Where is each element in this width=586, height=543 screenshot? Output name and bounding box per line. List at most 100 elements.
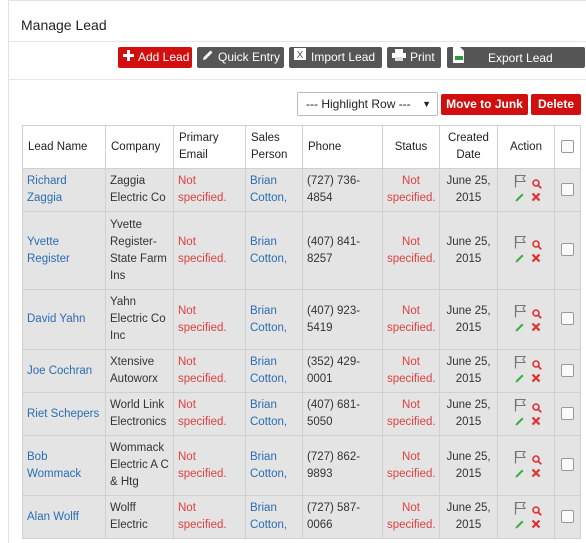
row-checkbox[interactable] [561, 509, 574, 523]
lead-name-link[interactable]: Richard Zaggia [27, 175, 67, 204]
email-cell: Not specified. [173, 495, 246, 539]
row-checkbox[interactable] [561, 182, 574, 196]
phone-cell: (727) 736-4854 [302, 168, 383, 212]
import-lead-button[interactable]: X Import Lead [289, 47, 382, 68]
row-checkbox[interactable] [561, 458, 574, 472]
table-row: Riet Schepers World Link Electronics Not… [22, 392, 581, 436]
leads-table: Lead Name Company Primary Email Sales Pe… [22, 125, 581, 539]
col-header-created-date[interactable]: Created Date [439, 125, 498, 169]
phone-cell: (407) 923-5419 [302, 289, 383, 350]
caret-down-icon: ▼ [422, 99, 431, 109]
row-checkbox[interactable] [561, 406, 574, 420]
quick-entry-button[interactable]: Quick Entry [197, 47, 284, 68]
sales-person-link[interactable]: Brian Cotton, [250, 236, 287, 265]
created-date-cell: June 25, 2015 [439, 495, 498, 539]
company-cell: Zaggia Electric Co [105, 168, 174, 212]
table-row: Bob Wommack Wommack Electric A C & Htg N… [22, 435, 581, 496]
highlight-row-value: --- Highlight Row --- [306, 97, 411, 111]
lead-name-link[interactable]: Riet Schepers [27, 408, 99, 420]
table-row: David Yahn Yahn Electric Co Inc Not spec… [22, 289, 581, 350]
quick-entry-label: Quick Entry [218, 50, 281, 64]
sales-person-link[interactable]: Brian Cotton, [250, 356, 287, 385]
company-cell: Xtensive Autoworx [105, 349, 174, 393]
status-cell: Not specified. [382, 211, 440, 290]
status-cell: Not specified. [382, 349, 440, 393]
pencil-icon[interactable] [515, 372, 525, 389]
select-all-checkbox[interactable] [561, 139, 574, 153]
printer-icon [392, 47, 406, 68]
highlight-row-select[interactable]: --- Highlight Row --- ▼ [297, 92, 438, 116]
status-cell: Not specified. [382, 392, 440, 436]
export-lead-button[interactable]: Export Lead [447, 47, 585, 68]
lead-name-link[interactable]: David Yahn [27, 313, 85, 325]
select-all-checkbox-cell [554, 125, 581, 169]
lead-name-link[interactable]: Alan Wolff [27, 511, 79, 523]
status-cell: Not specified. [382, 168, 440, 212]
pencil-icon [202, 47, 214, 68]
action-cell [497, 392, 555, 436]
row-checkbox-cell [554, 392, 581, 436]
phone-cell: (727) 862-9893 [302, 435, 383, 496]
col-header-lead-name[interactable]: Lead Name [22, 125, 106, 169]
col-header-phone[interactable]: Phone [302, 125, 383, 169]
delete-button[interactable]: Delete [531, 94, 581, 115]
pencil-icon[interactable] [515, 252, 525, 269]
sales-person-link[interactable]: Brian Cotton, [250, 305, 287, 334]
print-button[interactable]: Print [387, 47, 441, 68]
pencil-icon[interactable] [515, 191, 525, 208]
col-header-status[interactable]: Status [382, 125, 440, 169]
table-row: Richard Zaggia Zaggia Electric Co Not sp… [22, 168, 581, 212]
row-checkbox-cell [554, 289, 581, 350]
x-icon[interactable] [531, 415, 541, 432]
company-cell: Wolff Electric [105, 495, 174, 539]
move-to-junk-button[interactable]: Move to Junk [441, 94, 528, 115]
col-header-sales-person[interactable]: Sales Person [245, 125, 303, 169]
excel-icon: X [293, 47, 307, 68]
row-checkbox-cell [554, 495, 581, 539]
x-icon[interactable] [531, 467, 541, 484]
plus-icon [123, 47, 134, 68]
status-cell: Not specified. [382, 289, 440, 350]
phone-cell: (352) 429-0001 [302, 349, 383, 393]
row-checkbox[interactable] [561, 363, 574, 377]
pencil-icon[interactable] [515, 415, 525, 432]
created-date-cell: June 25, 2015 [439, 289, 498, 350]
email-cell: Not specified. [173, 168, 246, 212]
phone-cell: (727) 587-0066 [302, 495, 383, 539]
x-icon[interactable] [531, 252, 541, 269]
status-cell: Not specified. [382, 435, 440, 496]
sales-person-link[interactable]: Brian Cotton, [250, 451, 287, 480]
x-icon[interactable] [531, 191, 541, 208]
created-date-cell: June 25, 2015 [439, 349, 498, 393]
sales-person-link[interactable]: Brian Cotton, [250, 502, 287, 531]
email-cell: Not specified. [173, 435, 246, 496]
created-date-cell: June 25, 2015 [439, 392, 498, 436]
col-header-company[interactable]: Company [105, 125, 174, 169]
table-row: Alan Wolff Wolff Electric Not specified.… [22, 495, 581, 539]
col-header-primary-email[interactable]: Primary Email [173, 125, 246, 169]
lead-name-link[interactable]: Yvette Register [27, 236, 70, 265]
action-cell [497, 495, 555, 539]
created-date-cell: June 25, 2015 [439, 435, 498, 496]
pencil-icon[interactable] [515, 321, 525, 338]
phone-cell: (407) 841-8257 [302, 211, 383, 290]
pencil-icon[interactable] [515, 518, 525, 535]
row-checkbox[interactable] [561, 243, 574, 257]
add-lead-label: Add Lead [138, 50, 190, 64]
sales-person-link[interactable]: Brian Cotton, [250, 175, 287, 204]
company-cell: Wommack Electric A C & Htg [105, 435, 174, 496]
row-checkbox[interactable] [561, 312, 574, 326]
pencil-icon[interactable] [515, 467, 525, 484]
x-icon[interactable] [531, 518, 541, 535]
lead-name-link[interactable]: Bob Wommack [27, 451, 81, 480]
x-icon[interactable] [531, 372, 541, 389]
export-file-icon [452, 47, 466, 70]
add-lead-button[interactable]: Add Lead [118, 47, 192, 68]
email-cell: Not specified. [173, 211, 246, 290]
status-cell: Not specified. [382, 495, 440, 539]
svg-text:X: X [297, 50, 304, 61]
action-cell [497, 289, 555, 350]
x-icon[interactable] [531, 321, 541, 338]
lead-name-link[interactable]: Joe Cochran [27, 365, 92, 377]
sales-person-link[interactable]: Brian Cotton, [250, 399, 287, 428]
